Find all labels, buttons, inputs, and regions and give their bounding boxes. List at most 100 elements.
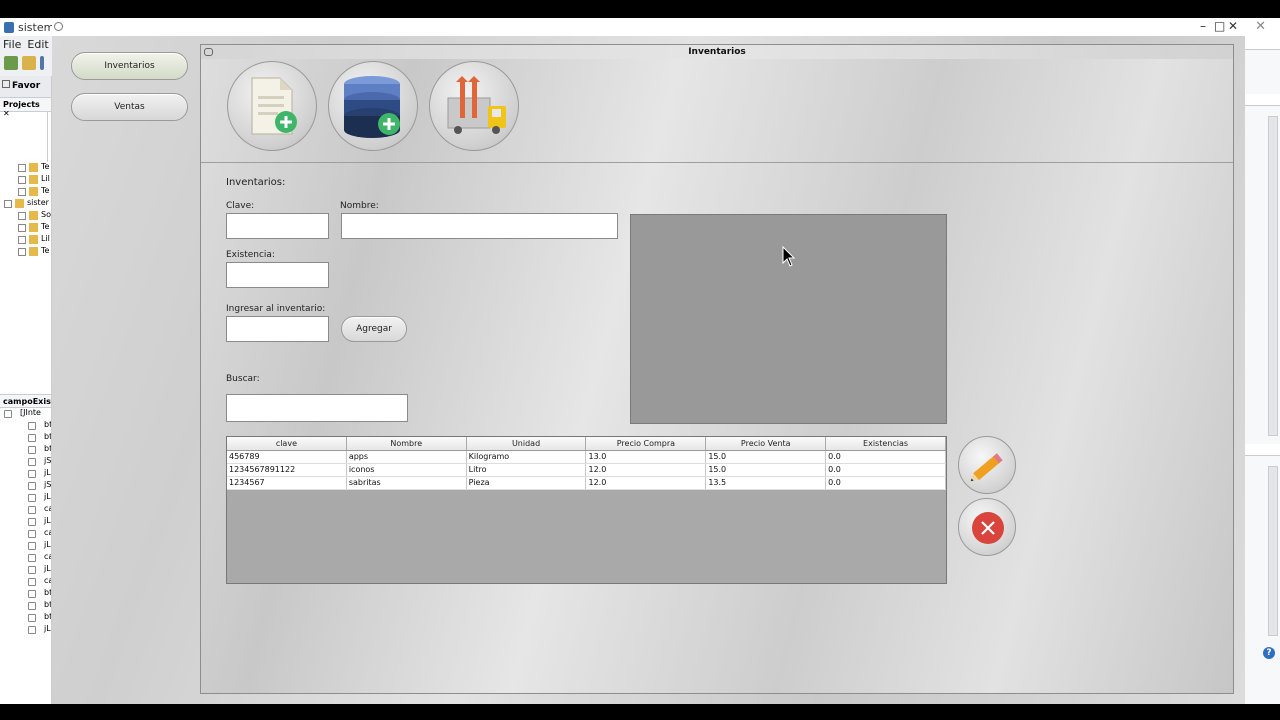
minimize-icon[interactable]: –	[1200, 19, 1206, 33]
navigator-item-label: ca	[44, 504, 51, 513]
inventarios-nav-button[interactable]: Inventarios	[71, 52, 188, 80]
expand-icon[interactable]	[18, 188, 26, 196]
navigator-item[interactable]: bt	[0, 600, 51, 612]
tree-item[interactable]: sister	[0, 198, 51, 210]
column-header[interactable]: Nombre	[347, 437, 467, 450]
table-cell[interactable]: 1234567	[227, 477, 347, 489]
navigator-tab[interactable]: campoExiste	[0, 394, 51, 408]
top-letterbox	[0, 0, 1280, 18]
table-row[interactable]: 1234567 sabritas Pieza 12.0 13.5 0.0	[227, 477, 946, 490]
navigator-item[interactable]: ca	[0, 576, 51, 588]
delivery-truck-button[interactable]	[429, 61, 519, 151]
navigator-item[interactable]: jL	[0, 516, 51, 528]
navigator-item[interactable]: jL	[0, 624, 51, 636]
tree-item[interactable]: So	[0, 210, 51, 222]
table-cell[interactable]: Kilogramo	[467, 451, 587, 463]
component-icon	[28, 494, 36, 502]
tree-item[interactable]: Lil	[0, 234, 51, 246]
table-cell[interactable]: apps	[347, 451, 467, 463]
tree-item[interactable]: Te	[0, 186, 51, 198]
navigator-item[interactable]: bt	[0, 588, 51, 600]
save-icon[interactable]	[40, 56, 44, 70]
nombre-input[interactable]	[341, 213, 618, 239]
ventas-nav-button[interactable]: Ventas	[71, 93, 188, 121]
table-cell[interactable]: 1234567891122	[227, 464, 347, 476]
edit-button[interactable]	[958, 436, 1016, 494]
tree-spacer	[0, 112, 48, 162]
column-header[interactable]: Existencias	[826, 437, 946, 450]
table-cell[interactable]: 456789	[227, 451, 347, 463]
navigator-item-label: ca	[44, 528, 51, 537]
table-row[interactable]: 1234567891122 iconos Litro 12.0 15.0 0.0	[227, 464, 946, 477]
tree-item[interactable]: Te	[0, 222, 51, 234]
table-cell[interactable]: Pieza	[467, 477, 587, 489]
delete-button[interactable]	[958, 498, 1016, 556]
navigator-item[interactable]: jS	[0, 480, 51, 492]
right-panel-header	[1245, 94, 1280, 106]
navigator-tree: [JIntebtbtbtjSjLjSjLcajLcajLcajLcabtbtbt…	[0, 408, 51, 636]
table-cell[interactable]: 0.0	[826, 464, 946, 476]
buscar-label: Buscar:	[226, 374, 260, 384]
navigator-item[interactable]: ca	[0, 552, 51, 564]
new-document-button[interactable]	[227, 61, 317, 151]
navigator-item[interactable]: jL	[0, 564, 51, 576]
open-project-icon[interactable]	[22, 56, 36, 70]
projects-tab[interactable]: Projects ✕	[0, 98, 51, 118]
agregar-button[interactable]: Agregar	[341, 316, 407, 342]
column-header[interactable]: clave	[227, 437, 347, 450]
tree-item[interactable]: Te	[0, 246, 51, 258]
expand-icon[interactable]	[18, 248, 26, 256]
navigator-item[interactable]: jL	[0, 492, 51, 504]
tree-item[interactable]: Lil	[0, 174, 51, 186]
expand-icon[interactable]	[18, 236, 26, 244]
expand-icon[interactable]	[4, 200, 12, 208]
menu-file[interactable]: File	[3, 38, 21, 52]
table-cell[interactable]: 13.0	[586, 451, 707, 463]
table-cell[interactable]: 15.0	[706, 464, 827, 476]
expand-icon[interactable]	[18, 176, 26, 184]
table-cell[interactable]: 0.0	[826, 477, 946, 489]
table-cell[interactable]: 12.0	[586, 464, 707, 476]
right-scrollbar-top[interactable]	[1268, 116, 1278, 436]
column-header[interactable]: Precio Compra	[586, 437, 707, 450]
clave-input[interactable]	[226, 213, 329, 239]
maximize-icon[interactable]: □	[1214, 19, 1225, 33]
column-header[interactable]: Unidad	[467, 437, 587, 450]
expand-icon[interactable]	[18, 224, 26, 232]
help-icon[interactable]: ?	[1263, 647, 1275, 659]
navigator-item[interactable]: jL	[0, 468, 51, 480]
navigator-item[interactable]: jS	[0, 456, 51, 468]
navigator-item[interactable]: ca	[0, 504, 51, 516]
navigator-item[interactable]: bt	[0, 432, 51, 444]
favorites-tab[interactable]: Favor	[0, 76, 51, 98]
tree-item[interactable]: Te	[0, 162, 51, 174]
right-scrollbar-bottom[interactable]	[1268, 466, 1278, 636]
table-cell[interactable]: sabritas	[347, 477, 467, 489]
ide-close-icon[interactable]: ✕	[1255, 19, 1266, 34]
existencia-input[interactable]	[226, 262, 329, 288]
right-input-bar[interactable]	[1245, 36, 1280, 50]
database-add-button[interactable]	[328, 61, 418, 151]
table-cell[interactable]: iconos	[347, 464, 467, 476]
new-project-icon[interactable]	[4, 56, 18, 70]
ingresar-input[interactable]	[226, 316, 329, 342]
column-header[interactable]: Precio Venta	[706, 437, 827, 450]
navigator-item[interactable]: [JInte	[0, 408, 51, 420]
expand-icon[interactable]	[18, 212, 26, 220]
table-cell[interactable]: 13.5	[706, 477, 827, 489]
close-icon[interactable]: ✕	[1228, 19, 1238, 33]
expand-icon[interactable]	[18, 164, 26, 172]
table-cell[interactable]: 12.0	[586, 477, 707, 489]
navigator-item[interactable]: ca	[0, 528, 51, 540]
navigator-item[interactable]: bt	[0, 444, 51, 456]
buscar-input[interactable]	[226, 394, 408, 422]
table-cell[interactable]: 0.0	[826, 451, 946, 463]
mouse-cursor-icon	[782, 246, 796, 267]
navigator-item[interactable]: bt	[0, 612, 51, 624]
table-cell[interactable]: Litro	[467, 464, 587, 476]
navigator-item[interactable]: bt	[0, 420, 51, 432]
table-row[interactable]: 456789 apps Kilogramo 13.0 15.0 0.0	[227, 451, 946, 464]
table-cell[interactable]: 15.0	[706, 451, 827, 463]
navigator-item[interactable]: jL	[0, 540, 51, 552]
menu-edit[interactable]: Edit	[27, 38, 48, 52]
